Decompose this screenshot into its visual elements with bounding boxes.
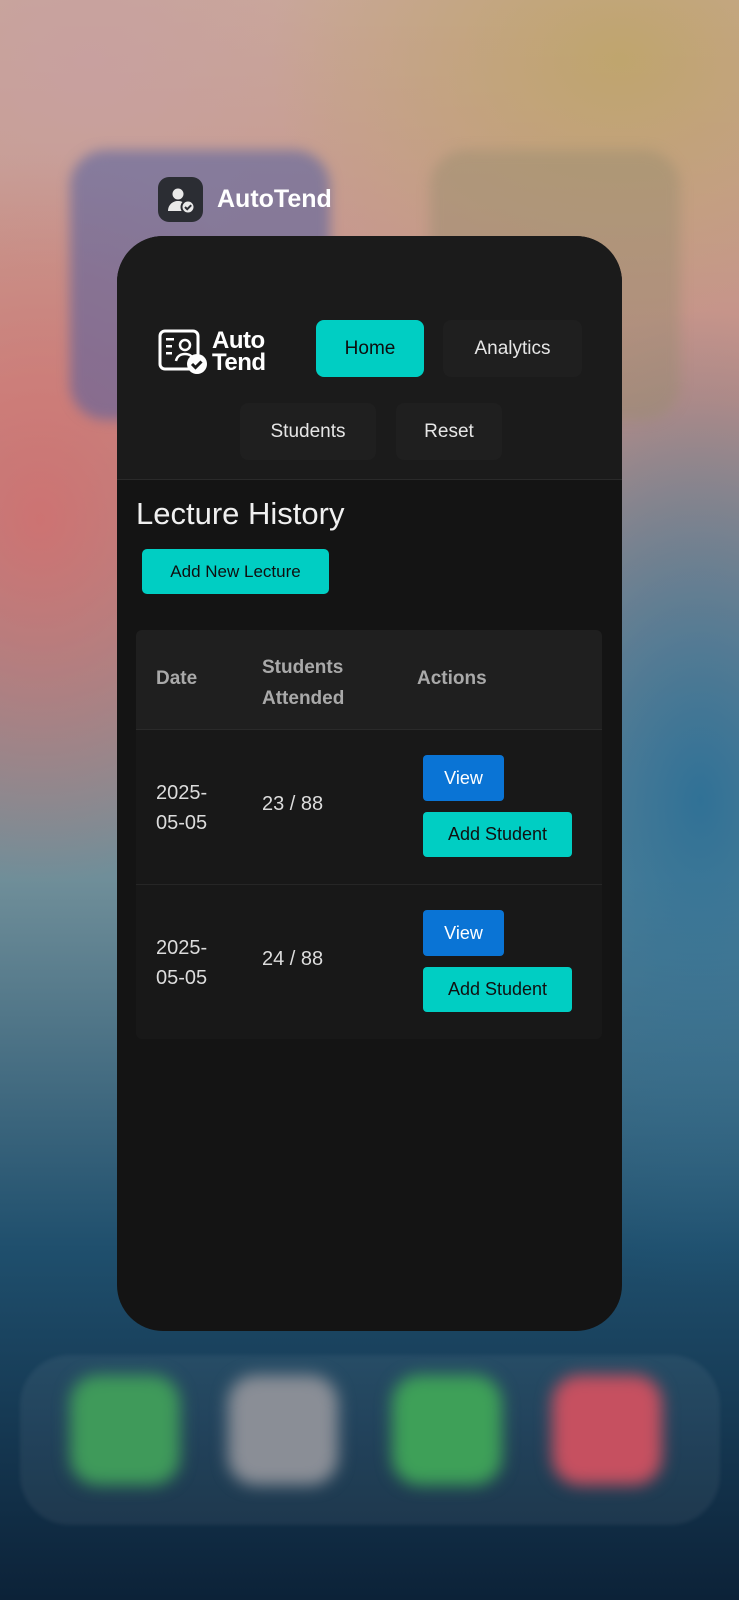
add-new-lecture-button[interactable]: Add New Lecture: [142, 549, 329, 594]
nav-students-button[interactable]: Students: [240, 403, 376, 460]
logo-line-2: Tend: [212, 349, 266, 376]
header-students-attended: Students Attended: [262, 657, 345, 709]
navbar: Auto Tend Home Analytics Students Reset: [117, 295, 622, 480]
blurred-dock-app: [70, 1375, 180, 1485]
view-button[interactable]: View: [423, 755, 504, 801]
lecture-date: 2025- 05-05: [156, 937, 208, 989]
app-switcher-label[interactable]: AutoTend: [158, 177, 332, 222]
logo-text: Auto Tend: [212, 329, 266, 376]
blurred-dock-app: [392, 1375, 502, 1485]
header-actions: Actions: [417, 668, 487, 689]
user-check-icon: [158, 177, 203, 222]
nav-analytics-button[interactable]: Analytics: [443, 320, 582, 377]
add-student-button[interactable]: Add Student: [423, 812, 572, 857]
add-student-button[interactable]: Add Student: [423, 967, 572, 1012]
nav-home-button[interactable]: Home: [316, 320, 424, 377]
logo[interactable]: Auto Tend: [158, 328, 266, 376]
table-header: Date Students Attended Actions: [136, 630, 602, 730]
status-area: [117, 236, 622, 295]
students-attended: 23 / 88: [262, 793, 324, 815]
id-card-check-icon: [158, 329, 207, 374]
header-date: Date: [156, 668, 198, 689]
nav-reset-button[interactable]: Reset: [396, 403, 502, 460]
table-row: 2025- 05-05 24 / 88 View Add Student: [136, 885, 602, 1039]
page-title: Lecture History: [136, 496, 345, 531]
lecture-date: 2025- 05-05: [156, 782, 208, 834]
view-button[interactable]: View: [423, 910, 504, 956]
app-name: AutoTend: [217, 185, 332, 213]
blurred-dock-app: [552, 1375, 662, 1485]
lecture-table: Date Students Attended Actions 2025- 05-…: [136, 630, 602, 1039]
blurred-dock-app: [228, 1375, 338, 1485]
students-attended: 24 / 88: [262, 948, 324, 970]
app-card[interactable]: Auto Tend Home Analytics Students Reset …: [117, 236, 622, 1331]
table-row: 2025- 05-05 23 / 88 View Add Student: [136, 730, 602, 885]
